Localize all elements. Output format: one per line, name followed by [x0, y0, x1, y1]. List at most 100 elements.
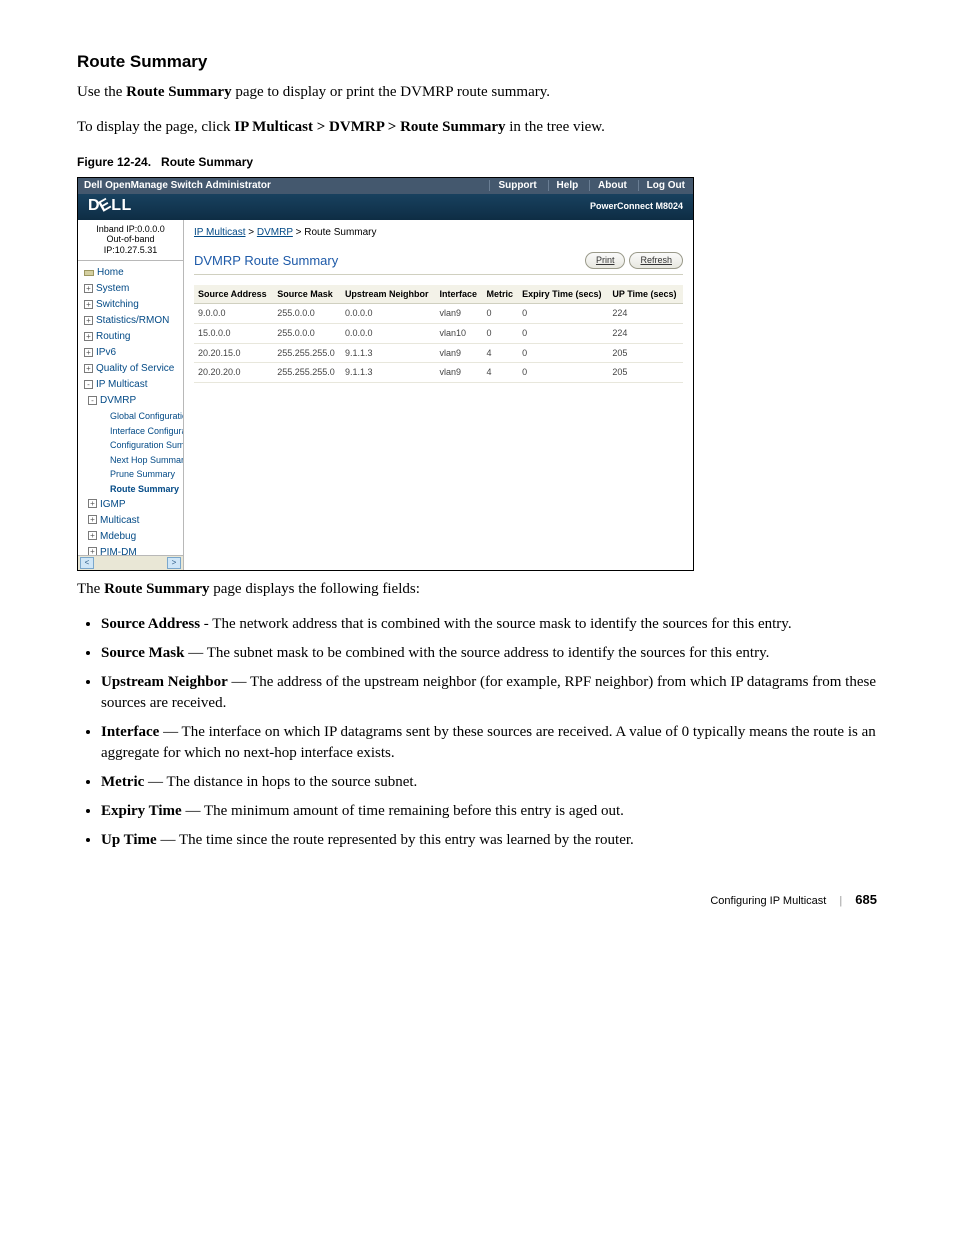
- breadcrumb-sep: >: [246, 227, 257, 238]
- field-name: Up Time: [101, 832, 157, 848]
- label: DVMRP: [100, 395, 136, 406]
- nav-tree: Home +System +Switching +Statistics/RMON…: [78, 261, 183, 555]
- cell-exp: 0: [518, 343, 608, 363]
- expand-icon: +: [84, 300, 93, 309]
- cell-uptime: 224: [608, 304, 683, 324]
- scroll-left-icon[interactable]: <: [80, 557, 94, 569]
- label: Statistics/RMON: [96, 315, 169, 326]
- nav-scrollbar[interactable]: < >: [78, 555, 183, 570]
- cell-up: 0.0.0.0: [341, 323, 436, 343]
- sep: —: [157, 832, 179, 848]
- field-name: Metric: [101, 774, 144, 790]
- breadcrumb-link[interactable]: DVMRP: [257, 227, 293, 238]
- cell-mask: 255.0.0.0: [273, 323, 341, 343]
- figure-number: Figure 12-24.: [77, 155, 151, 169]
- page-title: DVMRP Route Summary: [194, 252, 338, 270]
- route-table: Source Address Source Mask Upstream Neig…: [194, 285, 683, 383]
- inband-ip: Inband IP:0.0.0.0: [80, 224, 181, 235]
- sep: —: [182, 803, 204, 819]
- tree-global-config[interactable]: Global Configuration: [106, 409, 183, 424]
- cell-exp: 0: [518, 363, 608, 383]
- tree-prune-summary[interactable]: Prune Summary: [106, 467, 183, 482]
- page-footer: Configuring IP Multicast | 685: [77, 891, 877, 909]
- field-name: Expiry Time: [101, 803, 182, 819]
- section-heading: Route Summary: [77, 50, 877, 74]
- cell-src: 20.20.15.0: [194, 343, 273, 363]
- scroll-right-icon[interactable]: >: [167, 557, 181, 569]
- col-up-time: UP Time (secs): [608, 285, 683, 304]
- expand-icon: +: [88, 499, 97, 508]
- tree-mdebug[interactable]: +Mdebug: [84, 529, 183, 545]
- col-source-mask: Source Mask: [273, 285, 341, 304]
- tree-interface-config[interactable]: Interface Configuration: [106, 424, 183, 439]
- list-item: Up Time — The time since the route repre…: [101, 830, 877, 851]
- table-row: 9.0.0.0 255.0.0.0 0.0.0.0 vlan9 0 0 224: [194, 304, 683, 324]
- field-desc: The minimum amount of time remaining bef…: [204, 803, 624, 819]
- cell-mask: 255.0.0.0: [273, 304, 341, 324]
- ip-box: Inband IP:0.0.0.0 Out-of-band IP:10.27.5…: [78, 220, 183, 261]
- expand-icon: +: [88, 547, 97, 554]
- product-name: PowerConnect M8024: [590, 200, 683, 213]
- support-link[interactable]: Support: [489, 180, 544, 191]
- tree-nexthop-summary[interactable]: Next Hop Summary: [106, 453, 183, 468]
- tree-config-summary[interactable]: Configuration Summa: [106, 438, 183, 453]
- tree-pimdm[interactable]: +PIM-DM: [84, 545, 183, 555]
- list-item: Source Address - The network address tha…: [101, 614, 877, 635]
- tree-route-summary[interactable]: Route Summary: [106, 482, 183, 497]
- list-item: Upstream Neighbor — The address of the u…: [101, 672, 877, 714]
- outband-ip: Out-of-band IP:10.27.5.31: [80, 234, 181, 256]
- breadcrumb-link[interactable]: IP Multicast: [194, 227, 246, 238]
- tree-ipmulticast[interactable]: -IP Multicast: [80, 377, 183, 393]
- tree-dvmrp[interactable]: -DVMRP: [84, 393, 183, 409]
- print-button[interactable]: Print: [585, 252, 626, 269]
- field-name: Interface: [101, 724, 159, 740]
- app-title: Dell OpenManage Switch Administrator: [78, 179, 489, 193]
- col-source-address: Source Address: [194, 285, 273, 304]
- cell-uptime: 224: [608, 323, 683, 343]
- field-desc: The distance in hops to the source subne…: [167, 774, 418, 790]
- sep: -: [200, 616, 212, 632]
- text: Use the: [77, 84, 126, 100]
- list-item: Expiry Time — The minimum amount of time…: [101, 801, 877, 822]
- tree-multicast[interactable]: +Multicast: [84, 513, 183, 529]
- footer-sep: |: [839, 895, 842, 907]
- figure-title: Route Summary: [161, 155, 253, 169]
- tree-igmp[interactable]: +IGMP: [84, 497, 183, 513]
- tree-home[interactable]: Home: [80, 265, 183, 281]
- cell-up: 0.0.0.0: [341, 304, 436, 324]
- fields-list: Source Address - The network address tha…: [101, 614, 877, 851]
- cell-metric: 4: [482, 343, 518, 363]
- field-name: Source Mask: [101, 645, 184, 661]
- label: Routing: [96, 331, 130, 342]
- logout-link[interactable]: Log Out: [638, 180, 693, 191]
- refresh-button[interactable]: Refresh: [629, 252, 683, 269]
- field-desc: The interface on which IP datagrams sent…: [101, 724, 876, 761]
- page-number: 685: [855, 892, 877, 907]
- label: IGMP: [100, 499, 126, 510]
- tree-qos[interactable]: +Quality of Service: [80, 361, 183, 377]
- content-area: IP Multicast > DVMRP > Route Summary DVM…: [184, 220, 693, 570]
- help-link[interactable]: Help: [548, 180, 587, 191]
- field-name: Source Address: [101, 616, 200, 632]
- about-link[interactable]: About: [589, 180, 635, 191]
- dell-logo: DELL: [88, 195, 132, 217]
- col-metric: Metric: [482, 285, 518, 304]
- tree-stats[interactable]: +Statistics/RMON: [80, 313, 183, 329]
- intro-paragraph-2: To display the page, click IP Multicast …: [77, 117, 877, 138]
- collapse-icon: -: [84, 380, 93, 389]
- field-name: Upstream Neighbor: [101, 674, 228, 690]
- col-interface: Interface: [435, 285, 482, 304]
- text: in the tree view.: [506, 119, 605, 135]
- cell-if: vlan9: [435, 304, 482, 324]
- tree-system[interactable]: +System: [80, 281, 183, 297]
- text: page to display or print the DVMRP route…: [232, 84, 550, 100]
- text-bold: Route Summary: [126, 84, 231, 100]
- tree-ipv6[interactable]: +IPv6: [80, 345, 183, 361]
- cell-if: vlan9: [435, 363, 482, 383]
- tree-switching[interactable]: +Switching: [80, 297, 183, 313]
- list-item: Metric — The distance in hops to the sou…: [101, 772, 877, 793]
- expand-icon: +: [88, 531, 97, 540]
- cell-mask: 255.255.255.0: [273, 363, 341, 383]
- text: page displays the following fields:: [210, 581, 420, 597]
- tree-routing[interactable]: +Routing: [80, 329, 183, 345]
